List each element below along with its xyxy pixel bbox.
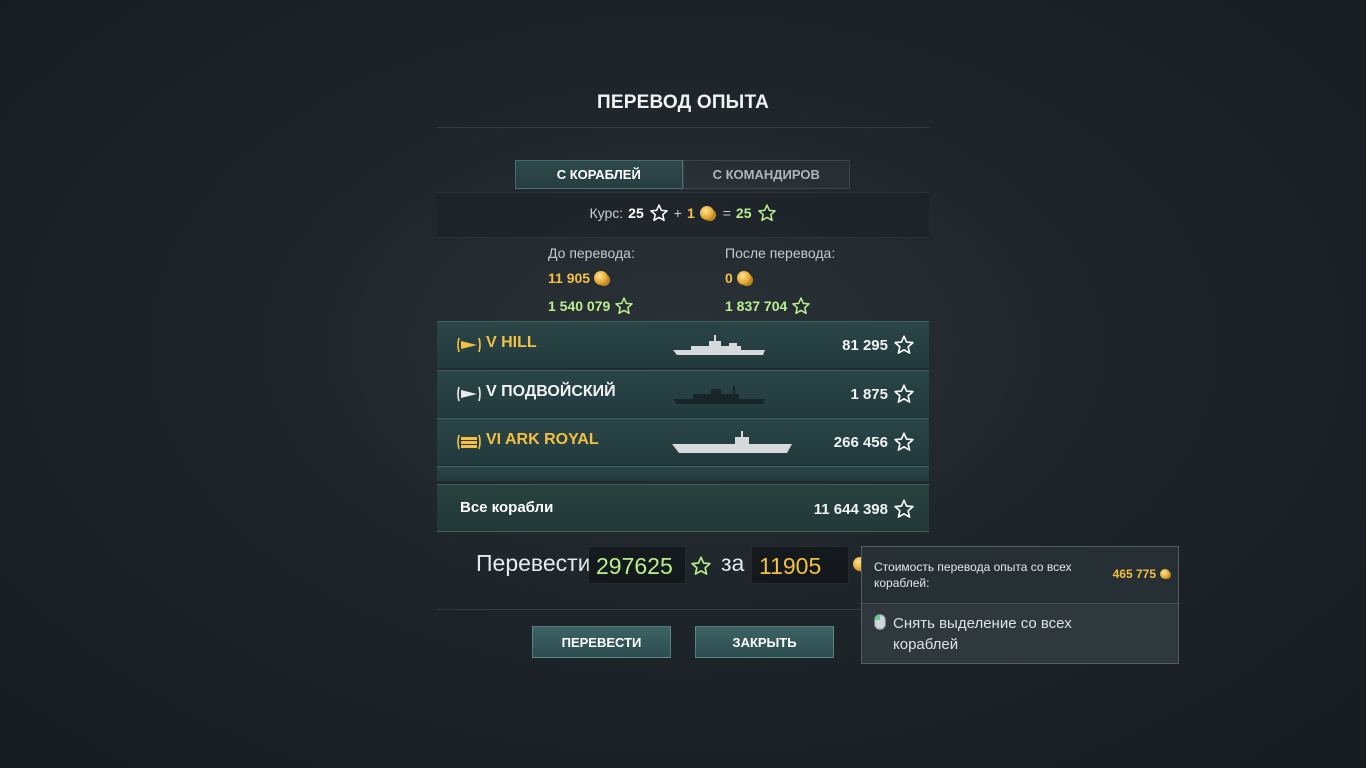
destroyer-emblem-icon bbox=[457, 386, 481, 402]
doubloon-icon bbox=[736, 271, 751, 285]
ship-silhouette-icon bbox=[673, 335, 765, 355]
dialog-title: ПЕРЕВОД ОПЫТА bbox=[596, 92, 770, 113]
tooltip-hint: Снять выделение со всех кораблей bbox=[893, 615, 1072, 653]
xp-amount-input[interactable]: 297625 bbox=[588, 546, 686, 584]
after-label: После перевода: bbox=[725, 245, 836, 261]
all-ships-row[interactable]: Все корабли 11 644 398 bbox=[437, 484, 929, 532]
ship-xp-value: 266 456 bbox=[833, 433, 888, 451]
free-xp-star-icon bbox=[691, 556, 711, 575]
after-free-xp-value: 1 837 704 bbox=[725, 298, 788, 314]
ship-silhouette-icon bbox=[673, 386, 765, 404]
ship-xp: 1 875 bbox=[850, 383, 915, 405]
mouse-icon bbox=[874, 614, 886, 630]
rate-plus: + bbox=[673, 205, 682, 221]
all-ships-label: Все корабли bbox=[460, 499, 554, 516]
before-free-xp: 1 540 079 bbox=[548, 296, 634, 316]
tooltip-cost-label: Стоимость перевода опыта со всех корабле… bbox=[874, 560, 1072, 590]
ship-silhouette-icon bbox=[672, 431, 792, 453]
ship-name: V ПОДВОЙСКИЙ bbox=[486, 383, 616, 400]
before-label: До перевода: bbox=[548, 245, 635, 261]
gold-amount-input[interactable]: 11905 bbox=[751, 546, 849, 584]
footer-divider bbox=[437, 609, 929, 610]
title-divider bbox=[437, 127, 929, 128]
xp-star-icon bbox=[649, 204, 668, 222]
xp-star-icon bbox=[894, 432, 914, 451]
transfer-cost-tooltip: Стоимость перевода опыта со всех корабле… bbox=[861, 546, 1179, 664]
close-button[interactable]: ЗАКРЫТЬ bbox=[695, 626, 834, 658]
after-gold-value: 0 bbox=[725, 270, 733, 286]
ship-name: V HILL bbox=[486, 334, 537, 351]
destroyer-emblem-icon bbox=[457, 337, 481, 353]
rate-xp-amount: 25 bbox=[628, 205, 644, 221]
ship-xp: 266 456 bbox=[834, 431, 915, 453]
transfer-button[interactable]: ПЕРЕВЕСТИ bbox=[532, 626, 671, 658]
all-ships-xp-value: 11 644 398 bbox=[813, 500, 888, 518]
rate-gold-amount: 1 bbox=[686, 205, 695, 221]
ship-name: VI ARK ROYAL bbox=[486, 431, 599, 448]
xp-star-icon bbox=[894, 384, 914, 403]
ship-row-hill[interactable]: V HILL 81 295 bbox=[437, 321, 929, 369]
free-xp-star-icon bbox=[792, 297, 811, 315]
doubloon-icon bbox=[1160, 569, 1170, 579]
tooltip-cost-value: 465 775 bbox=[1112, 567, 1156, 581]
doubloon-icon bbox=[699, 206, 714, 220]
exchange-rate: Курс: 25 + 1 = 25 bbox=[437, 200, 929, 226]
before-gold: 11 905 bbox=[548, 270, 609, 286]
carrier-emblem-icon bbox=[457, 434, 481, 450]
ship-row-ark-royal[interactable]: VI ARK ROYAL 266 456 bbox=[437, 418, 929, 466]
xp-star-icon bbox=[894, 335, 914, 354]
tab-from-ships[interactable]: С КОРАБЛЕЙ bbox=[515, 160, 683, 189]
rate-label: Курс: bbox=[589, 205, 624, 221]
before-gold-value: 11 905 bbox=[548, 270, 591, 286]
ship-row-podvoisky[interactable]: V ПОДВОЙСКИЙ 1 875 bbox=[437, 370, 929, 418]
before-free-xp-value: 1 540 079 bbox=[548, 298, 611, 314]
doubloon-icon bbox=[594, 271, 609, 285]
for-label: за bbox=[721, 550, 745, 576]
tab-from-commanders[interactable]: С КОМАНДИРОВ bbox=[682, 160, 850, 189]
ship-row-partial[interactable] bbox=[437, 466, 929, 482]
after-gold: 0 bbox=[725, 270, 751, 286]
ship-xp-value: 1 875 bbox=[850, 385, 888, 403]
after-free-xp: 1 837 704 bbox=[725, 296, 811, 316]
rate-equals: = bbox=[722, 205, 731, 221]
xp-star-icon bbox=[894, 499, 914, 518]
transfer-label: Перевести bbox=[476, 550, 591, 576]
source-tabs: С КОРАБЛЕЙ С КОМАНДИРОВ bbox=[515, 160, 850, 189]
ship-xp-value: 81 295 bbox=[842, 336, 888, 354]
rate-free-xp-amount: 25 bbox=[735, 205, 752, 221]
free-xp-star-icon bbox=[615, 297, 634, 315]
free-xp-star-icon bbox=[757, 204, 776, 222]
tooltip-cost: 465 775 bbox=[1113, 567, 1170, 581]
ship-xp: 81 295 bbox=[842, 334, 915, 356]
all-ships-xp: 11 644 398 bbox=[814, 498, 915, 520]
